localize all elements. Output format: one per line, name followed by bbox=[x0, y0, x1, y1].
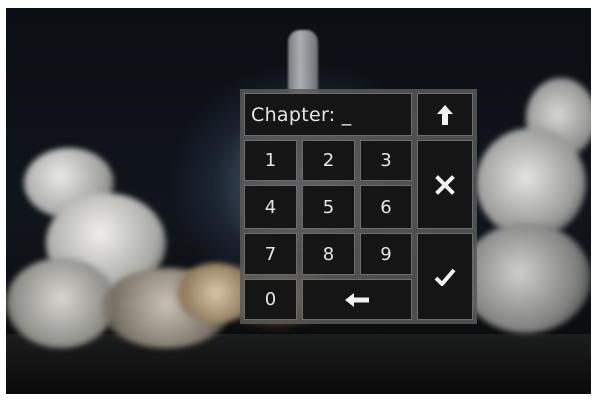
smoke-cloud-right bbox=[476, 128, 586, 238]
digit-6-button[interactable]: 6 bbox=[360, 185, 412, 229]
checkmark-icon bbox=[434, 268, 456, 286]
up-arrow-button[interactable] bbox=[417, 93, 473, 136]
digit-1-label: 1 bbox=[264, 150, 277, 171]
digit-9-label: 9 bbox=[380, 243, 392, 265]
digit-3-label: 3 bbox=[380, 150, 392, 171]
digit-8-button[interactable]: 8 bbox=[302, 233, 355, 275]
digit-9-button[interactable]: 9 bbox=[360, 233, 412, 275]
arrow-left-icon bbox=[345, 292, 369, 307]
launch-pad-ground bbox=[6, 334, 591, 394]
backspace-button[interactable] bbox=[302, 279, 412, 320]
digit-4-label: 4 bbox=[264, 196, 277, 218]
chapter-display: Chapter: _ bbox=[244, 93, 412, 136]
digit-5-button[interactable]: 5 bbox=[302, 185, 355, 229]
digit-8-label: 8 bbox=[322, 243, 335, 265]
digit-7-label: 7 bbox=[264, 243, 277, 265]
digit-1-button[interactable]: 1 bbox=[244, 140, 297, 181]
digit-7-button[interactable]: 7 bbox=[244, 233, 297, 275]
cancel-button[interactable] bbox=[417, 140, 473, 229]
digit-3-button[interactable]: 3 bbox=[360, 140, 412, 181]
arrow-up-icon bbox=[437, 104, 453, 125]
digit-0-label: 0 bbox=[264, 289, 277, 310]
digit-6-label: 6 bbox=[380, 196, 392, 218]
close-icon bbox=[435, 174, 455, 195]
chapter-display-text: Chapter: _ bbox=[251, 103, 352, 126]
confirm-button[interactable] bbox=[417, 233, 473, 320]
digit-0-button[interactable]: 0 bbox=[244, 279, 297, 320]
digit-5-label: 5 bbox=[322, 196, 335, 218]
digit-2-button[interactable]: 2 bbox=[302, 140, 355, 181]
smoke-cloud-right bbox=[461, 223, 591, 333]
chapter-keypad: Chapter: _ 1 2 3 4 5 6 7 8 9 0 bbox=[240, 89, 477, 324]
smoke-cloud-left bbox=[6, 258, 116, 348]
digit-4-button[interactable]: 4 bbox=[244, 185, 297, 229]
digit-2-label: 2 bbox=[322, 150, 335, 171]
